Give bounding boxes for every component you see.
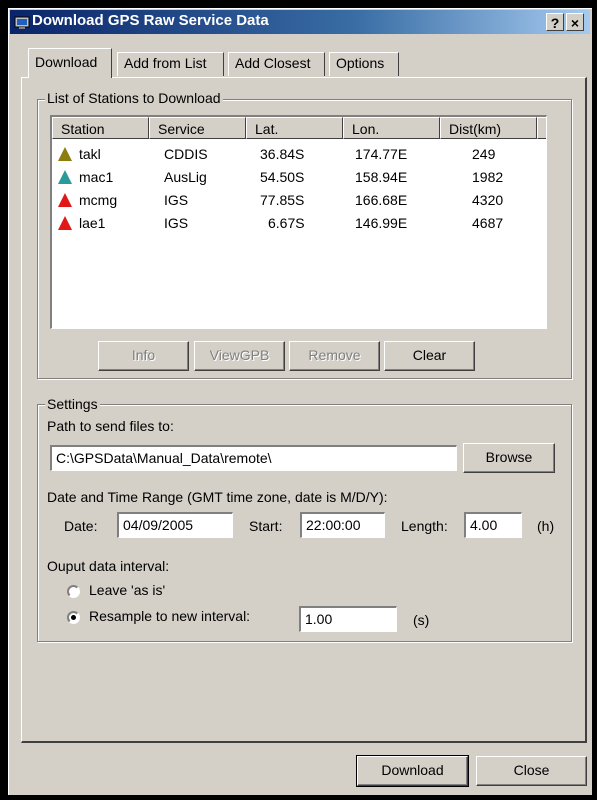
date-range-label: Date and Time Range (GMT time zone, date… <box>47 489 388 505</box>
station-dist: 1982 <box>472 169 504 185</box>
start-time-input[interactable]: 22:00:00 <box>300 512 385 538</box>
station-lon: 146.99E <box>355 215 408 231</box>
resample-radio[interactable] <box>67 611 80 624</box>
date-input[interactable]: 04/09/2005 <box>117 512 233 538</box>
station-name: mcmg <box>79 192 118 208</box>
resample-unit-label: (s) <box>413 612 430 628</box>
station-dist: 4687 <box>472 215 504 231</box>
station-lon: 158.94E <box>355 169 408 185</box>
station-lat: 77.85S <box>260 192 305 208</box>
station-marker-icon <box>58 170 72 184</box>
path-input[interactable]: C:\GPSData\Manual_Data\remote\ <box>50 445 457 471</box>
browse-button[interactable]: Browse <box>463 443 555 473</box>
tab-options[interactable]: Options <box>329 52 399 76</box>
window-title: Download GPS Raw Service Data <box>32 12 269 29</box>
date-label: Date: <box>64 518 98 534</box>
station-service: CDDIS <box>164 146 208 162</box>
close-window-button[interactable]: × <box>566 13 584 31</box>
station-marker-icon <box>58 216 72 230</box>
station-lat: 54.50S <box>260 169 305 185</box>
station-marker-icon <box>58 147 72 161</box>
column-header-service[interactable]: Service <box>149 117 246 139</box>
resample-label[interactable]: Resample to new interval: <box>89 608 250 624</box>
station-row[interactable]: takl CDDIS 36.84S 174.77E 249 <box>52 144 546 166</box>
length-label: Length: <box>401 518 448 534</box>
remove-button[interactable]: Remove <box>289 341 380 371</box>
station-dist: 249 <box>472 146 496 162</box>
stations-group-legend: List of Stations to Download <box>45 90 223 106</box>
start-label: Start: <box>249 518 283 534</box>
resample-interval-input[interactable]: 1.00 <box>299 606 397 632</box>
station-marker-icon <box>58 193 72 207</box>
station-row[interactable]: lae1 IGS 6.67S 146.99E 4687 <box>52 213 546 235</box>
station-row[interactable]: mac1 AusLig 54.50S 158.94E 1982 <box>52 167 546 189</box>
interval-label: Ouput data interval: <box>47 558 170 574</box>
help-button[interactable]: ? <box>546 13 564 31</box>
station-lon: 174.77E <box>355 146 408 162</box>
leave-as-is-radio[interactable] <box>67 585 80 598</box>
column-header-dist[interactable]: Dist(km) <box>440 117 537 139</box>
station-name: takl <box>79 146 101 162</box>
station-dist: 4320 <box>472 192 504 208</box>
station-service: IGS <box>164 215 189 231</box>
settings-group-legend: Settings <box>45 396 100 412</box>
viewgpb-button[interactable]: ViewGPB <box>194 341 285 371</box>
station-lat: 6.67S <box>268 215 305 231</box>
column-header-lat[interactable]: Lat. <box>246 117 343 139</box>
download-button[interactable]: Download <box>356 755 469 787</box>
path-label: Path to send files to: <box>47 418 174 434</box>
station-name: lae1 <box>79 215 106 231</box>
leave-as-is-label[interactable]: Leave 'as is' <box>89 582 165 598</box>
tab-add-closest[interactable]: Add Closest <box>228 52 325 76</box>
tab-add-from-list[interactable]: Add from List <box>117 52 224 76</box>
station-name: mac1 <box>79 169 114 185</box>
clear-button[interactable]: Clear <box>384 341 475 371</box>
column-header-lon[interactable]: Lon. <box>343 117 440 139</box>
length-unit-label: (h) <box>537 518 555 534</box>
close-button[interactable]: Close <box>476 756 587 786</box>
station-lat: 36.84S <box>260 146 305 162</box>
tab-download[interactable]: Download <box>28 48 112 78</box>
station-service: AusLig <box>164 169 207 185</box>
length-input[interactable]: 4.00 <box>464 512 522 538</box>
app-icon <box>14 16 30 29</box>
info-button[interactable]: Info <box>98 341 189 371</box>
title-bar[interactable]: Download GPS Raw Service Data ? × <box>10 10 590 34</box>
station-lon: 166.68E <box>355 192 408 208</box>
column-header-station[interactable]: Station <box>52 117 149 139</box>
stations-list[interactable]: Station Service Lat. Lon. Dist(km) takl … <box>50 115 547 329</box>
station-row[interactable]: mcmg IGS 77.85S 166.68E 4320 <box>52 190 546 212</box>
radio-selected-dot <box>71 615 76 620</box>
station-service: IGS <box>164 192 189 208</box>
column-header-filler <box>537 117 546 139</box>
